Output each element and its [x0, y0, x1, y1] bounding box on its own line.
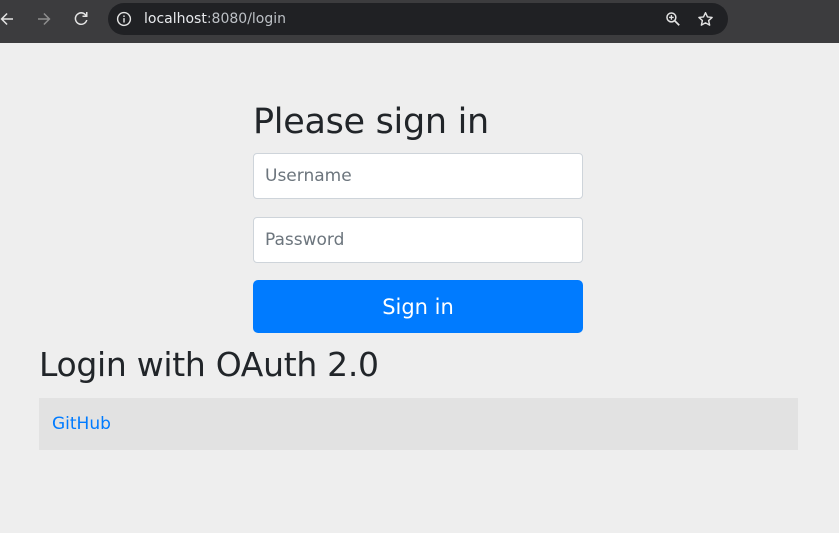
- back-arrow-icon[interactable]: [0, 6, 20, 32]
- url-text[interactable]: localhost:8080/login: [144, 3, 286, 35]
- sign-in-button[interactable]: Sign in: [253, 280, 583, 333]
- github-login-link[interactable]: GitHub: [52, 398, 111, 450]
- browser-toolbar: localhost:8080/login: [0, 0, 839, 43]
- reload-icon[interactable]: [68, 6, 94, 32]
- oauth-provider-row: GitHub: [39, 398, 798, 450]
- info-icon[interactable]: [115, 10, 133, 28]
- username-input[interactable]: [253, 153, 583, 199]
- zoom-in-icon[interactable]: [664, 10, 682, 28]
- address-bar[interactable]: localhost:8080/login: [108, 3, 728, 35]
- star-icon[interactable]: [696, 10, 714, 28]
- oauth-heading: Login with OAuth 2.0: [39, 345, 379, 384]
- sign-in-heading: Please sign in: [253, 102, 489, 142]
- url-host: localhost: [144, 11, 207, 27]
- forward-arrow-icon[interactable]: [31, 6, 57, 32]
- password-input[interactable]: [253, 217, 583, 263]
- url-path: :8080/login: [206, 11, 287, 27]
